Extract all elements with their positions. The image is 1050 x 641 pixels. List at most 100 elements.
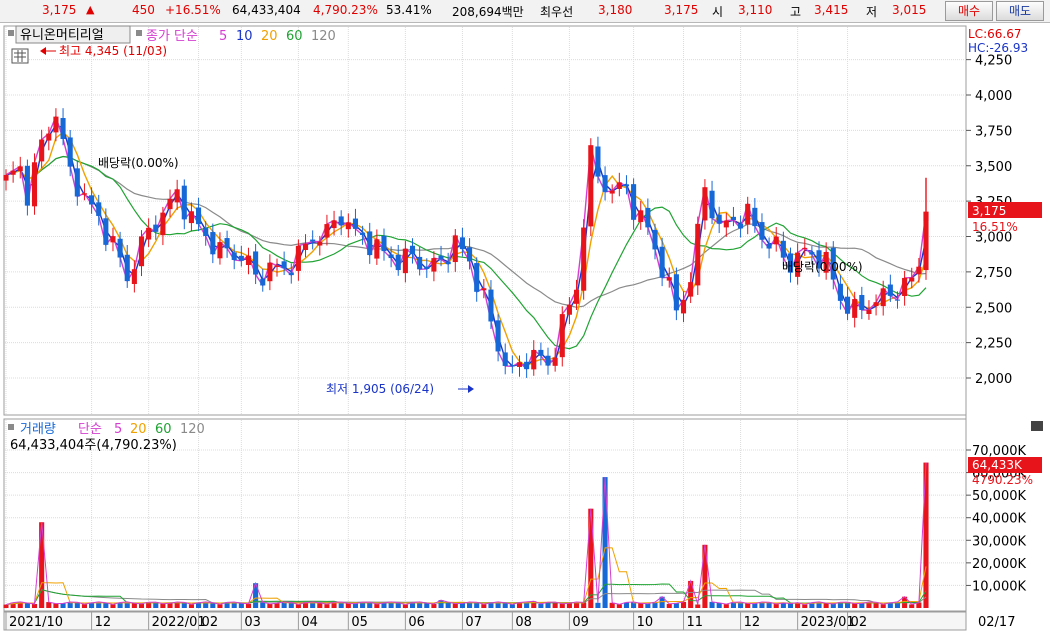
buy-button[interactable]: 매수 — [945, 1, 993, 21]
panel-marker-icon — [8, 30, 14, 36]
candle-body — [39, 139, 45, 162]
candle-body — [602, 175, 608, 192]
candle-body — [324, 224, 330, 238]
quote-bar: 3,175 ▲ 450 +16.51% 64,433,404 4,790.23%… — [0, 0, 1050, 23]
x-tick-label: 06 — [408, 615, 425, 630]
candle-body — [302, 243, 309, 250]
volume-bar — [381, 603, 387, 608]
candle-body — [880, 288, 886, 307]
lc-label: LC:66.67 — [968, 27, 1021, 41]
candle-body — [730, 216, 736, 221]
candle-body — [623, 184, 630, 187]
grid-toggle-icon[interactable] — [11, 48, 29, 64]
volume-text: 64,433,404주(4,790.23%) — [10, 438, 177, 453]
x-tick-label: 04 — [301, 615, 318, 630]
candle-body — [573, 289, 580, 304]
best-bid-label: 최우선 — [540, 5, 574, 19]
x-tick-label: 2021/10 — [9, 615, 63, 630]
volume-bar — [680, 601, 687, 608]
candle-body — [74, 168, 80, 197]
volume-bar — [923, 462, 929, 608]
volume-bar — [131, 603, 137, 608]
candle-body — [167, 198, 173, 210]
candle-body — [188, 211, 194, 224]
candle-body — [502, 352, 508, 366]
candle-body — [60, 118, 66, 139]
candle-body — [331, 220, 337, 229]
candle-body — [89, 195, 95, 205]
candle-body — [481, 288, 487, 291]
volume-bar — [459, 603, 465, 608]
candle-body — [859, 294, 865, 310]
candle-body — [545, 355, 551, 366]
panel-menu-icon[interactable] — [1031, 421, 1043, 431]
candle-body — [374, 239, 380, 259]
volume-bar — [602, 477, 608, 608]
candle-body — [616, 182, 622, 189]
volume-bar — [60, 603, 66, 608]
candle-body — [146, 227, 152, 240]
candle-body — [267, 262, 273, 282]
current-price: 3,175 — [42, 3, 77, 17]
up-arrow-icon: ▲ — [86, 3, 95, 16]
candle-body — [909, 277, 915, 282]
candle-body — [609, 190, 615, 194]
candle-body — [409, 245, 416, 255]
x-tick-label: 12 — [95, 615, 112, 630]
candle-body — [196, 207, 202, 225]
volume-bar — [830, 603, 836, 608]
x-tick-label: 03 — [244, 615, 261, 630]
candle-body — [809, 252, 815, 255]
volume-bar — [702, 544, 708, 608]
price-change-pct: +16.51% — [165, 3, 221, 17]
candle-body — [352, 218, 359, 229]
candle-body — [46, 133, 52, 141]
volume-bar — [245, 603, 252, 608]
candle-body — [659, 246, 665, 278]
candle-body — [445, 261, 451, 265]
candle-body — [138, 236, 145, 267]
candle-body — [395, 254, 401, 271]
candle-body — [245, 255, 252, 266]
candle-body — [10, 170, 16, 175]
x-tick-label: 2022/01 — [152, 615, 206, 630]
current-volume-tag-text: 64,433K — [972, 458, 1023, 472]
candle-body — [388, 254, 394, 259]
volume-bar — [160, 603, 166, 608]
candle-body — [174, 189, 180, 203]
volume-legend-20: 20 — [130, 422, 147, 437]
volume-legend-5: 5 — [114, 422, 122, 437]
volume-bar — [695, 604, 701, 608]
candle-body — [581, 227, 587, 291]
legend-ma10: 10 — [236, 29, 253, 44]
candle-body — [873, 302, 879, 307]
volume-ratio: 4,790.23% — [313, 3, 378, 17]
volume-bar — [723, 604, 729, 608]
candle-body — [845, 296, 851, 314]
volume-bar — [666, 603, 672, 608]
candle-body — [317, 241, 323, 246]
candle-body — [894, 299, 901, 301]
volume-bar — [616, 604, 622, 608]
current-volume-pct-tag: 4790.23% — [972, 473, 1033, 487]
candle-body — [566, 304, 572, 315]
candle-body — [766, 243, 772, 249]
volume-bar — [274, 603, 280, 608]
sell-button[interactable]: 매도 — [996, 1, 1044, 21]
candle-body — [360, 232, 366, 236]
stock-chart[interactable]: 4,2504,0003,7503,5003,2503,0002,7502,500… — [0, 23, 1050, 641]
price-tick-label: 3,500 — [975, 160, 1012, 175]
volume-bar — [780, 603, 786, 608]
candle-body — [495, 320, 501, 352]
volume-bar — [481, 604, 487, 608]
x-tick-label: 2023/01 — [801, 615, 855, 630]
candle-body — [431, 258, 437, 272]
candle-body — [345, 222, 351, 230]
candle-body — [3, 174, 9, 181]
volume-bar — [217, 604, 223, 608]
candle-body — [103, 218, 109, 245]
candle-body — [310, 239, 316, 242]
open-price: 3,110 — [738, 3, 773, 17]
candle-body — [680, 299, 687, 314]
volume-bar — [588, 508, 594, 608]
